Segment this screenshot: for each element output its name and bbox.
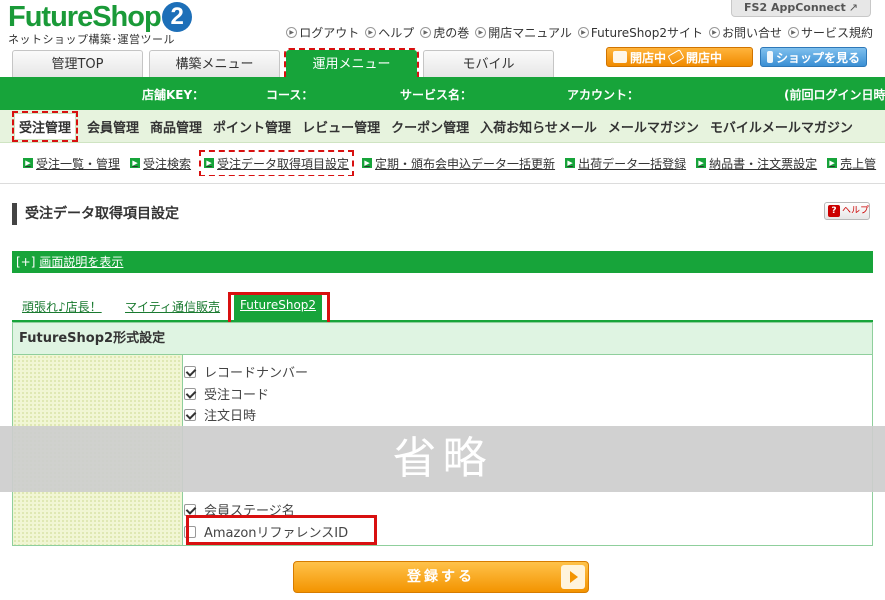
arrow-circle-icon: ▶	[365, 27, 377, 38]
arrow-square-icon: ▶	[696, 158, 707, 168]
tab-mighty-tsushin[interactable]: マイティ通信販売	[125, 298, 220, 315]
arrow-circle-icon: ▶	[577, 27, 589, 38]
sub-sales-management[interactable]: ▶ 売上管	[827, 155, 876, 172]
toplink-site[interactable]: ▶ FutureShop2サイト	[577, 24, 703, 41]
field-order-code[interactable]: 受注コード	[184, 384, 269, 403]
checkbox[interactable]	[184, 503, 196, 516]
toplink-manual[interactable]: ▶ 開店マニュアル	[475, 24, 572, 41]
sub-subscription-update[interactable]: ▶ 定期・頒布会申込データ一括更新	[362, 155, 555, 172]
explanation-bar: [+] 画面説明を表示	[12, 251, 873, 273]
cat-coupons[interactable]: クーポン管理	[391, 117, 469, 136]
show-explanation-link[interactable]: 画面説明を表示	[39, 255, 123, 269]
arrow-circle-icon: ▶	[286, 27, 298, 38]
question-icon: ?	[828, 205, 840, 217]
logo-subtitle: ネットショップ構築･運営ツール	[8, 33, 175, 46]
checkbox[interactable]	[184, 365, 196, 378]
tab-futureshop2[interactable]: FutureShop2	[234, 294, 323, 320]
main-tabs: 管理TOP 構築メニュー 運用メニュー モバイル	[12, 48, 554, 79]
sub-order-data-settings[interactable]: ▶ 受注データ取得項目設定	[199, 150, 355, 176]
field-member-stage[interactable]: 会員ステージ名	[184, 500, 295, 519]
checkbox[interactable]	[184, 408, 196, 421]
toplink-terms[interactable]: ▶ サービス規約	[787, 24, 873, 41]
account-label: アカウント：	[567, 88, 640, 102]
expand-prefix: [+]	[16, 255, 36, 269]
tab-admin-top[interactable]: 管理TOP	[12, 50, 143, 77]
tab-mobile[interactable]: モバイル	[423, 50, 554, 77]
field-order-datetime[interactable]: 注文日時	[184, 405, 256, 424]
tab-operation-menu[interactable]: 運用メニュー	[284, 48, 419, 79]
cat-members[interactable]: 会員管理	[87, 117, 139, 136]
field-amazon-reference-id[interactable]: AmazonリファレンスID	[184, 522, 348, 541]
checkbox[interactable]	[184, 387, 196, 400]
checkbox[interactable]	[184, 525, 196, 538]
toplink-contact[interactable]: ▶ お問い合せ	[708, 24, 782, 41]
arrow-circle-icon: ▶	[708, 27, 720, 38]
monitor-icon	[613, 51, 627, 63]
tab-ganbare-tencho[interactable]: 頑張れ♪店長！	[22, 298, 102, 315]
format-tabs: 頑張れ♪店長！ マイティ通信販売 FutureShop2	[12, 292, 873, 322]
course-label: コース：	[266, 88, 314, 102]
help-button[interactable]: ? ヘルプ	[824, 202, 870, 220]
view-shop-button[interactable]: ショップを見る	[760, 47, 867, 67]
category-nav: 受注管理 会員管理 商品管理 ポイント管理 レビュー管理 クーポン管理 入荷お知…	[0, 110, 885, 143]
header: FutureShop 2 ネットショップ構築･運営ツール FS2 AppConne…	[0, 0, 885, 50]
cat-products[interactable]: 商品管理	[150, 117, 202, 136]
arrow-circle-icon: ▶	[475, 27, 487, 38]
store-key-label: 店舗KEY：	[142, 88, 205, 102]
register-button[interactable]: 登録する	[293, 561, 589, 593]
arrow-circle-icon: ▶	[787, 27, 799, 38]
logo[interactable]: FutureShop 2 ネットショップ構築･運営ツール	[8, 2, 192, 47]
store-status-button[interactable]: 開店中 開店中	[606, 47, 753, 67]
page-title: 受注データ取得項目設定	[12, 203, 179, 225]
arrow-square-icon: ▶	[565, 158, 576, 168]
arrow-square-icon: ▶	[130, 158, 141, 168]
external-link-icon: ↗	[848, 1, 858, 14]
arrow-square-icon: ▶	[362, 158, 373, 168]
sub-invoice-settings[interactable]: ▶ 納品書・注文票設定	[696, 155, 817, 172]
arrow-square-icon: ▶	[23, 158, 33, 168]
account-info-bar: 店舗KEY： コース： サービス名： アカウント： (前回ログイン日時	[0, 77, 885, 110]
status-buttons: 開店中 開店中 ショップを見る	[606, 47, 867, 67]
monitor-icon	[767, 51, 773, 63]
tag-icon	[667, 49, 685, 65]
cat-mail-magazine[interactable]: メールマガジン	[608, 117, 699, 136]
appconnect-link[interactable]: FS2 AppConnect ↗	[731, 0, 871, 17]
arrow-square-icon: ▶	[204, 158, 215, 168]
cat-restock-mail[interactable]: 入荷お知らせメール	[480, 117, 597, 136]
divider	[0, 183, 885, 184]
arrow-right-icon	[561, 565, 585, 589]
last-login-label: (前回ログイン日時	[784, 88, 885, 102]
cat-mobile-mail-magazine[interactable]: モバイルメールマガジン	[710, 117, 853, 136]
toplink-tora[interactable]: ▶ 虎の巻	[420, 24, 469, 41]
cat-orders[interactable]: 受注管理	[11, 110, 79, 142]
arrow-square-icon: ▶	[827, 158, 838, 168]
toplink-help[interactable]: ▶ ヘルプ	[365, 24, 414, 41]
sub-order-list[interactable]: ▶ 受注一覧・管理	[23, 155, 120, 172]
top-links: ▶ ログアウト ▶ ヘルプ ▶ 虎の巻 ▶ 開店マニュアル ▶ FutureShop2サイ…	[286, 24, 873, 41]
tab-build-menu[interactable]: 構築メニュー	[149, 50, 280, 77]
sub-shipping-register[interactable]: ▶ 出荷データ一括登録	[565, 155, 686, 172]
service-label: サービス名：	[400, 88, 473, 102]
sub-order-search[interactable]: ▶ 受注検索	[130, 155, 191, 172]
logo-text: FutureShop	[8, 1, 162, 33]
omitted-overlay: 省略	[0, 426, 885, 492]
toplink-logout[interactable]: ▶ ログアウト	[286, 24, 359, 41]
cat-reviews[interactable]: レビュー管理	[302, 117, 380, 136]
format-settings-heading: FutureShop2形式設定	[13, 323, 872, 355]
cat-points[interactable]: ポイント管理	[213, 117, 291, 136]
sub-nav: ▶ 受注一覧・管理 ▶ 受注検索 ▶ 受注データ取得項目設定 ▶ 定期・頒布会申込データ…	[0, 150, 885, 176]
field-record-number[interactable]: レコードナンバー	[184, 362, 308, 381]
logo-digit: 2	[161, 2, 192, 32]
arrow-circle-icon: ▶	[420, 27, 432, 38]
